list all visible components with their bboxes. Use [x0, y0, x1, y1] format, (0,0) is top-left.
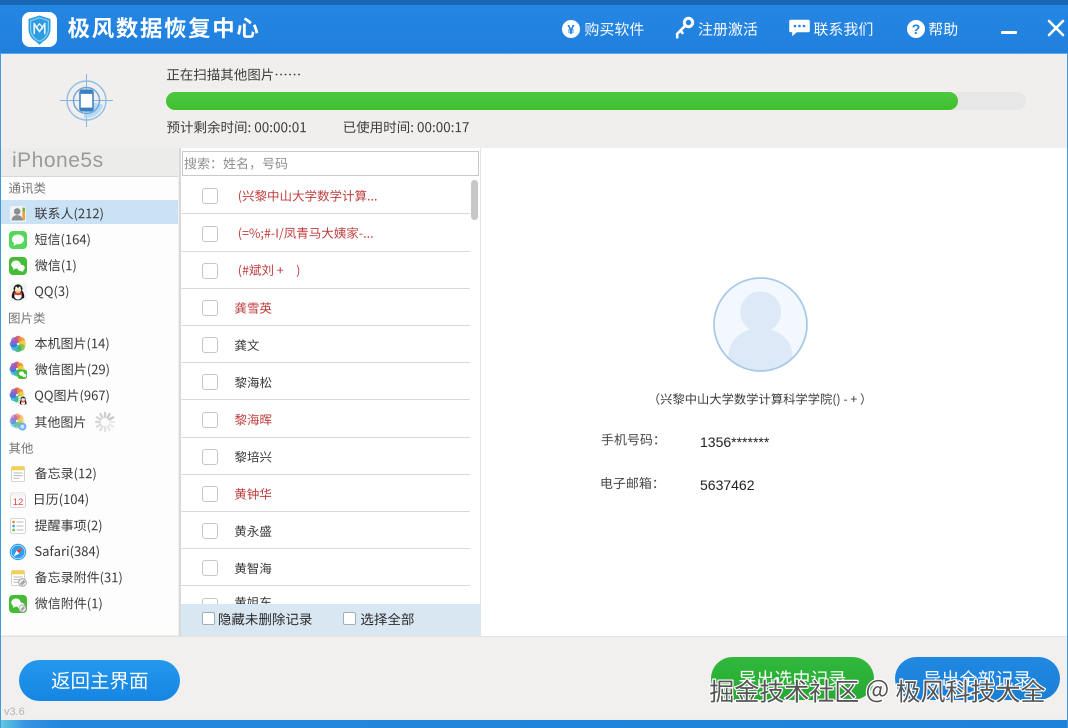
- svg-text:12: 12: [13, 497, 24, 508]
- svg-text:¥: ¥: [567, 22, 575, 37]
- svg-text:?: ?: [912, 21, 921, 37]
